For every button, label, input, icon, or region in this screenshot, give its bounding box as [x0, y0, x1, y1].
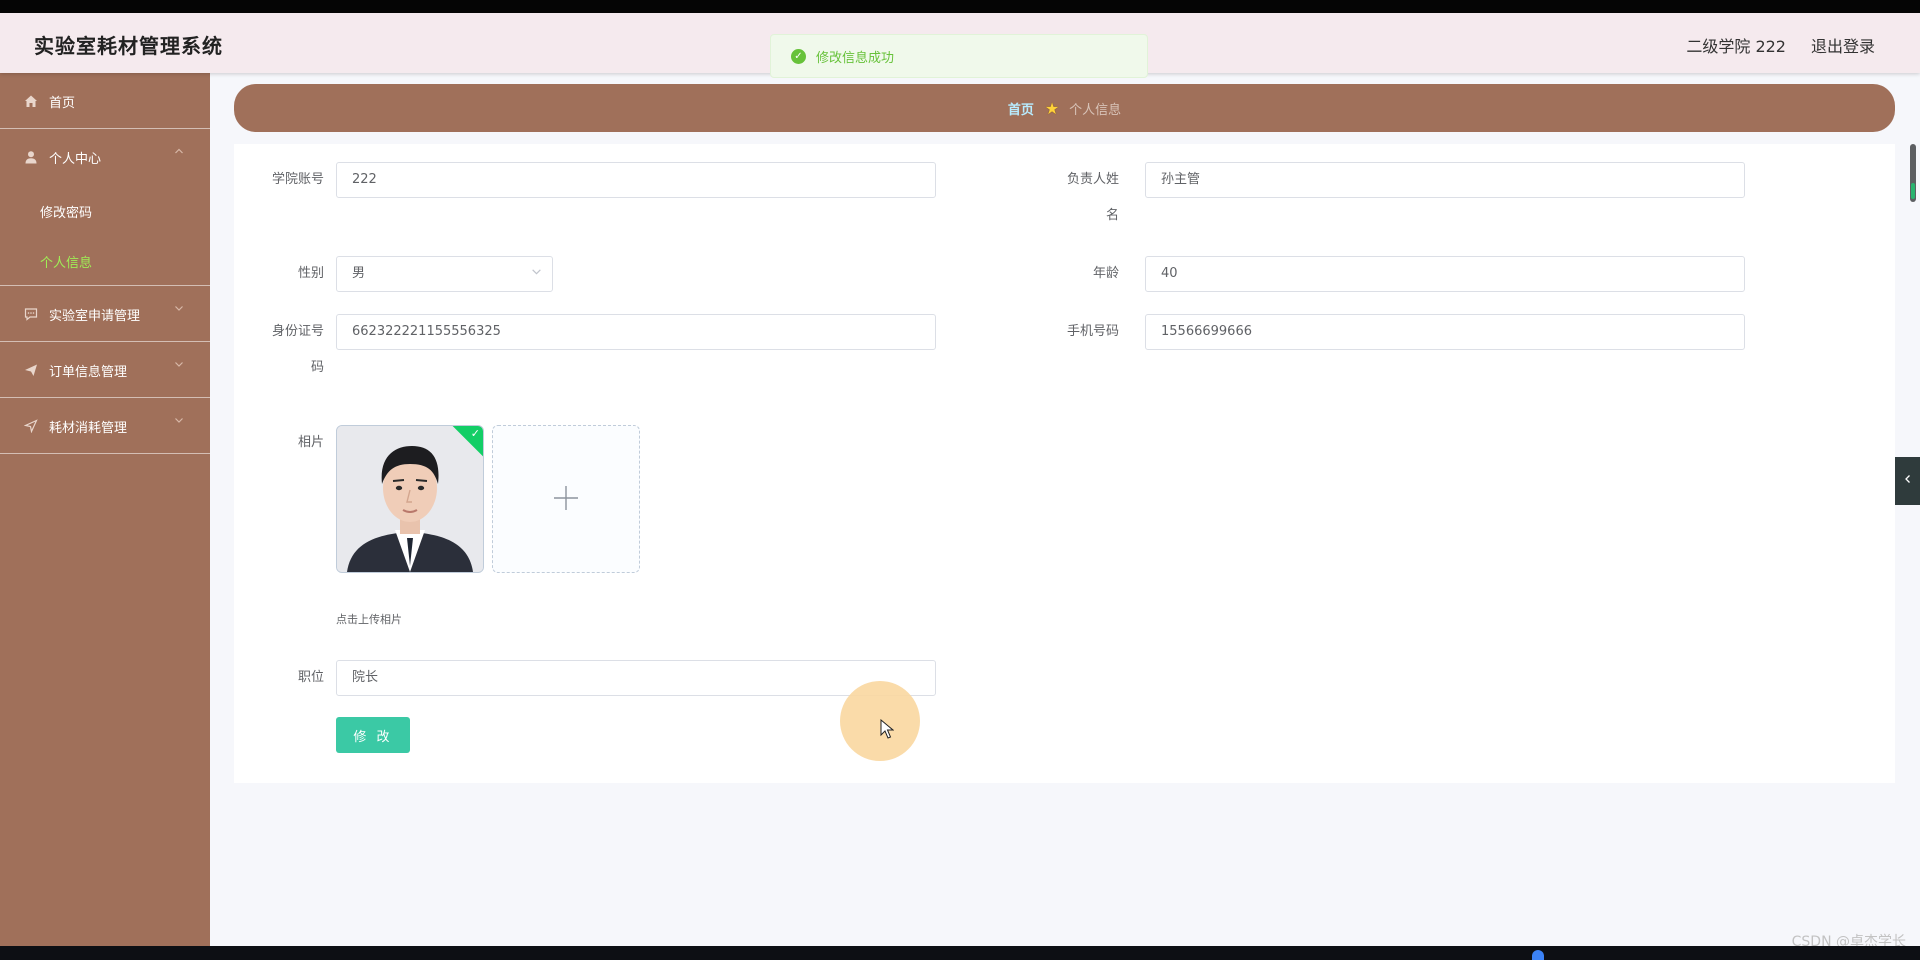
id-card-input[interactable]: 662322221155556325	[336, 314, 936, 350]
mouse-pointer-icon	[880, 718, 895, 743]
chevron-down-icon	[531, 257, 542, 291]
chevron-down-icon	[174, 415, 184, 428]
upload-hint: 点击上传相片	[336, 613, 402, 626]
screen-top-strip	[0, 0, 1920, 13]
sidebar-item-order-info[interactable]: 订单信息管理	[0, 342, 210, 398]
sidebar-item-personal-center[interactable]: 个人中心	[0, 129, 210, 185]
chevron-down-icon	[174, 303, 184, 316]
manager-name-input[interactable]: 孙主管	[1145, 162, 1745, 198]
check-icon: ✓	[470, 427, 480, 440]
sidebar-item-label: 耗材消耗管理	[49, 421, 128, 436]
submit-button[interactable]: 修 改	[336, 717, 410, 753]
sidebar-item-lab-application[interactable]: 实验室申请管理	[0, 286, 210, 342]
submenu-item-personal-info[interactable]: 个人信息	[0, 235, 210, 285]
logout-link[interactable]: 退出登录	[1811, 33, 1875, 57]
sidebar-item-consumables[interactable]: 耗材消耗管理	[0, 398, 210, 454]
success-toast: ✓ 修改信息成功	[770, 34, 1148, 78]
csdn-watermark: CSDN @卓杰学长	[1791, 934, 1906, 946]
star-icon: ★	[1044, 98, 1060, 118]
personal-info-form: 学院账号 222 负责人姓 名 孙主管 性别 男 年龄 40 身份证号 码 66…	[234, 144, 1895, 783]
taskbar-indicator	[1532, 950, 1544, 960]
submenu-item-change-password[interactable]: 修改密码	[0, 185, 210, 235]
plus-icon	[493, 426, 639, 572]
sidebar-item-home[interactable]: 首页	[0, 73, 210, 129]
toast-message: 修改信息成功	[816, 50, 895, 66]
age-label: 年龄	[1092, 266, 1119, 281]
submenu-item-label: 个人信息	[40, 256, 93, 271]
manager-name-label-line1: 负责人姓	[1066, 172, 1119, 187]
photo-upload-button[interactable]	[492, 425, 640, 573]
home-icon	[24, 94, 38, 108]
chevron-down-icon	[174, 359, 184, 372]
breadcrumb-current: 个人信息	[1069, 102, 1122, 118]
uploaded-photo[interactable]: ✓	[336, 425, 484, 573]
gender-selected-value: 男	[352, 266, 366, 281]
success-check-icon: ✓	[791, 48, 806, 64]
manager-name-label-line2: 名	[1105, 208, 1119, 223]
app-window: 实验室耗材管理系统 二级学院 222 退出登录 ✓ 修改信息成功 首页 个人中心…	[0, 13, 1920, 946]
sidebar-item-label: 实验室申请管理	[49, 309, 141, 324]
current-user-label: 二级学院 222	[1686, 37, 1786, 56]
chevron-up-icon	[174, 146, 184, 159]
side-panel-toggle[interactable]	[1895, 457, 1920, 505]
photo-label: 相片	[297, 435, 324, 450]
position-input[interactable]: 院长	[336, 660, 936, 696]
user-icon	[24, 150, 38, 164]
taskbar-strip	[0, 946, 1920, 960]
portrait-image	[337, 426, 483, 572]
gender-select[interactable]: 男	[336, 256, 553, 292]
age-input[interactable]: 40	[1145, 256, 1745, 292]
account-input[interactable]: 222	[336, 162, 936, 198]
account-label: 学院账号	[271, 172, 324, 187]
chevron-left-icon	[1904, 475, 1910, 483]
app-title: 实验室耗材管理系统	[34, 34, 223, 58]
id-card-label-line2: 码	[310, 360, 324, 375]
position-label: 职位	[297, 670, 324, 685]
phone-label: 手机号码	[1066, 324, 1119, 339]
id-card-label-line1: 身份证号	[271, 324, 324, 339]
submenu-item-label: 修改密码	[40, 206, 93, 221]
scrollbar-indicator	[1911, 183, 1915, 199]
send-icon	[24, 363, 38, 377]
gender-label: 性别	[297, 266, 324, 281]
chat-icon	[24, 307, 38, 321]
breadcrumb: 首页 ★ 个人信息	[234, 84, 1895, 132]
sidebar-item-label: 订单信息管理	[49, 365, 128, 380]
breadcrumb-home-link[interactable]: 首页	[1008, 99, 1034, 118]
navigation-icon	[23, 419, 38, 434]
phone-input[interactable]: 15566699666	[1145, 314, 1745, 350]
personal-center-submenu: 修改密码 个人信息	[0, 185, 210, 286]
sidebar-item-label: 个人中心	[49, 152, 102, 167]
sidebar-item-label: 首页	[49, 96, 76, 111]
sidebar: 首页 个人中心 修改密码 个人信息 实验室申请管理 订单信息管理 耗材消耗管理	[0, 73, 210, 946]
